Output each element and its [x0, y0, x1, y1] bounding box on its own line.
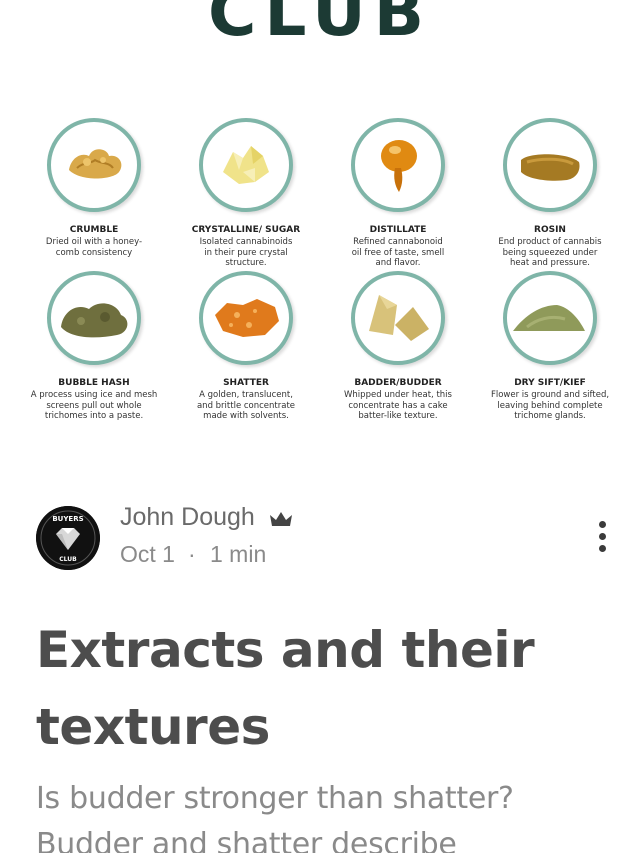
- read-time: 1 min: [210, 541, 267, 567]
- more-dot-icon: [599, 533, 606, 540]
- crystalline-icon: [199, 118, 293, 212]
- extract-description: End product of cannabis being squeezed un…: [498, 237, 602, 268]
- extract-description: A process using ice and mesh screens pull…: [30, 390, 158, 421]
- rosin-icon: [503, 118, 597, 212]
- extract-name: CRYSTALLINE/ SUGAR: [191, 225, 301, 235]
- more-options-button[interactable]: [590, 517, 616, 557]
- extract-description: Whipped under heat, this concentrate has …: [344, 390, 452, 421]
- extract-name: DRY SIFT/KIEF: [514, 378, 586, 388]
- extract-description: Isolated cannabinoids in their pure cryst…: [199, 237, 293, 268]
- extract-description: A golden, translucent, and brittle concen…: [196, 390, 296, 421]
- post-title[interactable]: Extracts and their textures: [36, 612, 596, 766]
- post-excerpt: Is budder stronger than shatter? Budder …: [36, 781, 514, 853]
- crown-icon: [270, 512, 292, 526]
- extract-description: Dried oil with a honey-comb consistency: [45, 237, 143, 258]
- svg-text:BUYERS: BUYERS: [52, 515, 83, 523]
- extract-name: SHATTER: [223, 378, 269, 388]
- buyers-club-logo: BUYERS CLUB: [36, 506, 100, 570]
- hero-title: CLUB: [207, 0, 433, 51]
- extract-description: Refined cannabonoid oil free of taste, sm…: [351, 237, 445, 268]
- extract-name: CRUMBLE: [69, 225, 119, 235]
- meta-separator: ·: [188, 541, 196, 567]
- author-name[interactable]: John Dough: [120, 503, 255, 532]
- bubble-hash-icon: [47, 271, 141, 365]
- svg-text:CLUB: CLUB: [59, 556, 77, 563]
- extract-name: DISTILLATE: [369, 225, 427, 235]
- badder-icon: [351, 271, 445, 365]
- post-date: Oct 1: [120, 541, 175, 567]
- distillate-icon: [351, 118, 445, 212]
- shatter-icon: [199, 271, 293, 365]
- extract-name: BADDER/BUDDER: [354, 378, 442, 388]
- extract-description: Flower is ground and sifted, leaving behi…: [490, 390, 610, 421]
- extract-name: BUBBLE HASH: [58, 378, 130, 388]
- author-avatar[interactable]: BUYERS CLUB: [36, 506, 100, 570]
- more-dot-icon: [599, 521, 606, 528]
- more-dot-icon: [599, 545, 606, 552]
- crumble-icon: [47, 118, 141, 212]
- kief-icon: [503, 271, 597, 365]
- extract-name: ROSIN: [534, 225, 566, 235]
